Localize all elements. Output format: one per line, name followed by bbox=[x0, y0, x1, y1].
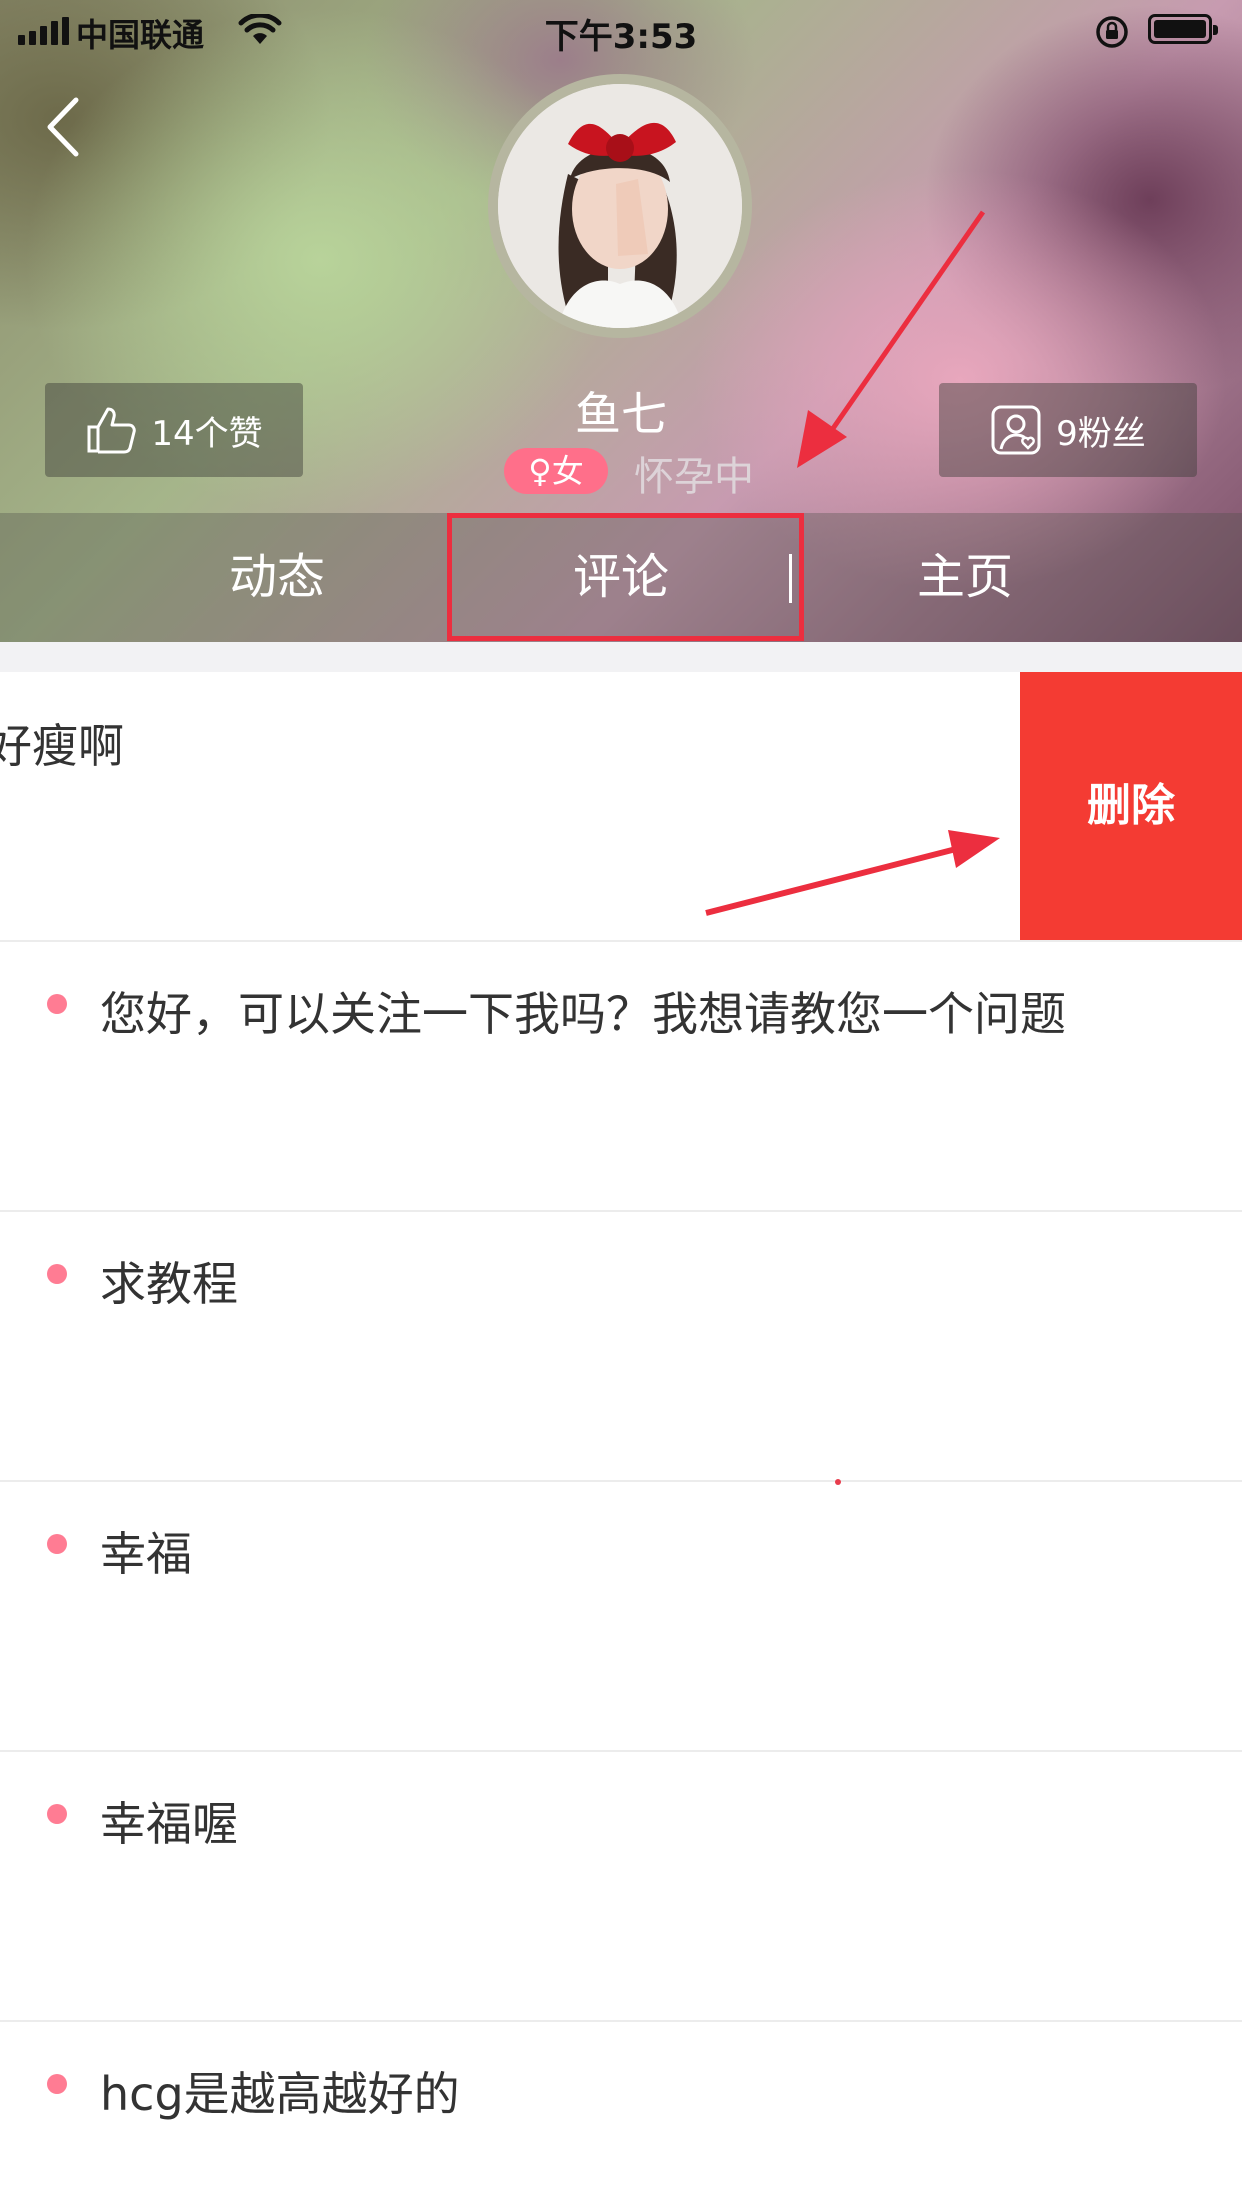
comment-row[interactable]: 您好，可以关注一下我吗？我想请教您一个问题 bbox=[0, 940, 1242, 1210]
annotation-dot bbox=[835, 1479, 841, 1485]
comment-text: 幸福 bbox=[100, 1527, 192, 1581]
comment-row[interactable]: 求教程 bbox=[0, 1210, 1242, 1480]
profile-name: 鱼七 bbox=[575, 387, 667, 441]
avatar-photo bbox=[498, 84, 742, 328]
avatar[interactable] bbox=[488, 74, 752, 338]
bullet-dot bbox=[47, 1804, 67, 1824]
status-time: 下午3:53 bbox=[544, 17, 698, 57]
bullet-dot bbox=[47, 994, 67, 1014]
back-arrow-icon[interactable] bbox=[40, 94, 90, 160]
comment-row[interactable]: hcg是越高越好的 bbox=[0, 2020, 1242, 2208]
bullet-dot bbox=[47, 1534, 67, 1554]
comment-row[interactable]: 幸福喔 bbox=[0, 1750, 1242, 2020]
comment-text: 幸福喔 bbox=[100, 1797, 238, 1851]
rotation-lock-icon bbox=[1096, 16, 1128, 48]
battery-icon bbox=[1148, 14, 1218, 44]
comment-text: 求教程 bbox=[100, 1257, 238, 1311]
status-bar: 中国联通 下午3:53 bbox=[0, 0, 1242, 62]
tab-dynamic[interactable]: 动态 bbox=[105, 513, 449, 642]
comment-text: 好瘦啊 bbox=[0, 719, 124, 773]
bullet-dot bbox=[47, 2074, 67, 2094]
bullet-dot bbox=[47, 1264, 67, 1284]
delete-button[interactable]: 删除 bbox=[1020, 672, 1242, 940]
section-gap bbox=[0, 642, 1242, 672]
pregnancy-status: 怀孕中 bbox=[634, 454, 754, 500]
comment-row[interactable]: 幸福 bbox=[0, 1480, 1242, 1750]
annotation-highlight-box bbox=[447, 513, 804, 641]
gender-badge: ♀女 bbox=[504, 448, 608, 494]
tab-home[interactable]: 主页 bbox=[793, 513, 1137, 642]
comment-text: hcg是越高越好的 bbox=[100, 2067, 460, 2121]
comment-text: 您好，可以关注一下我吗？我想请教您一个问题 bbox=[100, 987, 1066, 1041]
